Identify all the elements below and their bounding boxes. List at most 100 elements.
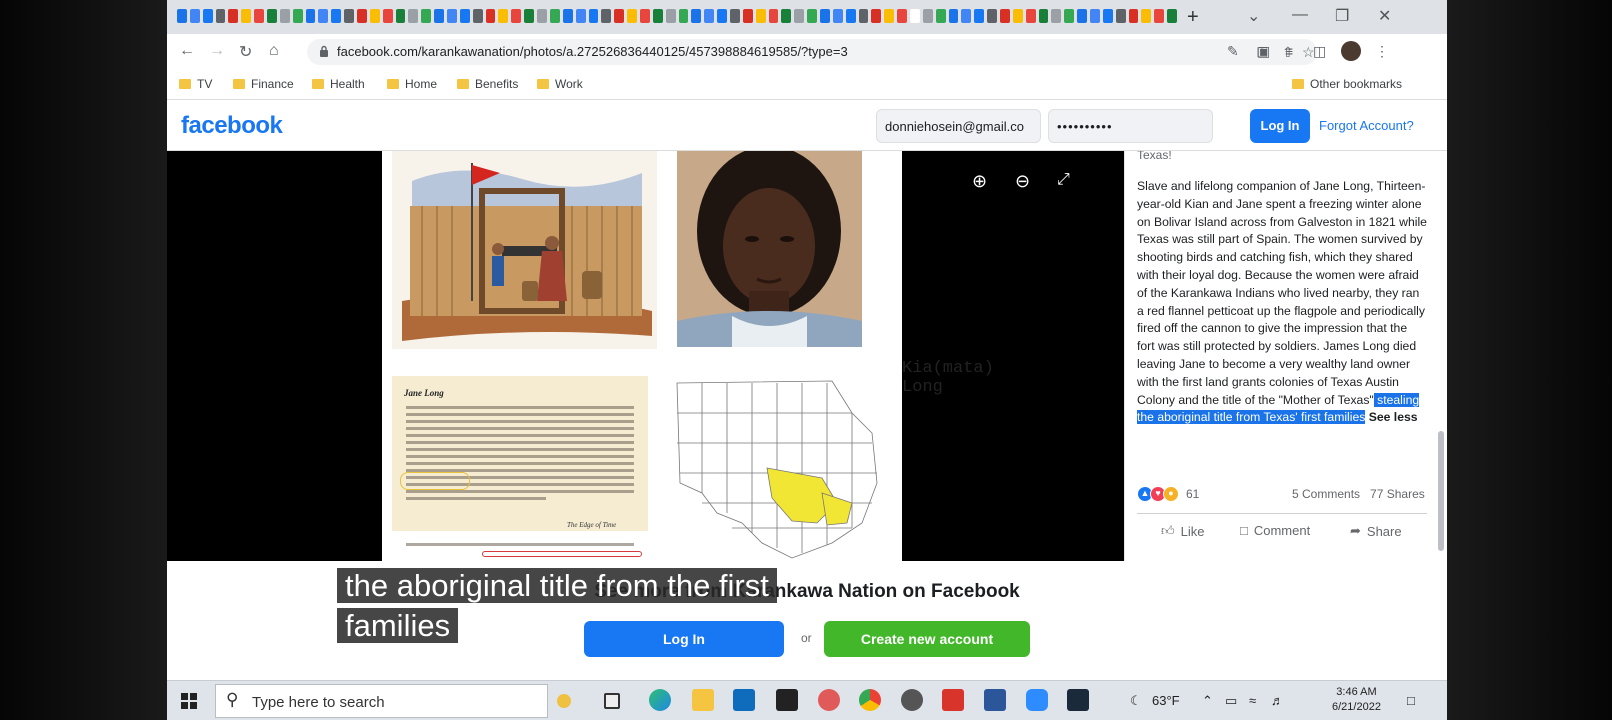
tab-favicon[interactable] [1051, 9, 1062, 23]
tab-favicon[interactable] [369, 9, 380, 23]
comment-button[interactable]: □ Comment [1240, 523, 1310, 538]
weather-icon[interactable]: ☾ [1130, 693, 1142, 709]
tab-favicon[interactable] [575, 9, 586, 23]
post-scrollbar[interactable] [1438, 431, 1444, 551]
tab-favicon[interactable] [755, 9, 766, 23]
tab-favicon[interactable] [832, 9, 843, 23]
notification-icon[interactable]: □ [1407, 693, 1415, 708]
bookmark-home[interactable]: Home [387, 77, 437, 91]
extensions-icon[interactable]: ✎ [1227, 43, 1239, 60]
tab-favicon[interactable] [704, 9, 715, 23]
tab-favicon[interactable] [935, 9, 946, 23]
minimize-icon[interactable]: — [1292, 6, 1308, 24]
header-login-button[interactable]: Log In [1250, 109, 1310, 143]
bookmark-finance[interactable]: Finance [233, 77, 294, 91]
fullscreen-icon[interactable]: ⤢ [1057, 171, 1070, 189]
tab-favicon[interactable] [858, 9, 869, 23]
tab-favicon[interactable] [331, 9, 342, 23]
zoom-in-icon[interactable]: ⊕ [972, 171, 987, 192]
side-panel-icon[interactable]: ◫ [1313, 43, 1326, 60]
tab-favicon[interactable] [408, 9, 419, 23]
tab-favicon[interactable] [1167, 9, 1177, 23]
tab-favicon[interactable] [202, 9, 213, 23]
tab-favicon[interactable] [871, 9, 882, 23]
tab-favicon[interactable] [897, 9, 907, 23]
tab-favicon[interactable] [627, 9, 637, 23]
menu-icon[interactable]: ⋮ [1375, 43, 1389, 60]
tab-favicon[interactable] [357, 9, 367, 23]
tab-favicon[interactable] [524, 9, 535, 23]
tab-favicon[interactable] [794, 9, 805, 23]
tab-favicon[interactable] [845, 9, 856, 23]
tab-favicon[interactable] [498, 9, 509, 23]
tab-favicon[interactable] [1077, 9, 1088, 23]
tab-favicon[interactable] [228, 9, 239, 23]
tab-favicon[interactable] [472, 9, 483, 23]
acrobat-icon[interactable] [942, 689, 964, 711]
tab-favicon[interactable] [395, 9, 406, 23]
reload-icon[interactable]: ↻ [239, 42, 252, 62]
tab-search-icon[interactable]: ⌄ [1247, 6, 1260, 26]
taskbar-search[interactable]: ⚲ Type here to search [215, 684, 548, 718]
tab-favicon[interactable] [1141, 9, 1152, 23]
password-field[interactable]: •••••••••• [1048, 109, 1213, 143]
volume-icon[interactable]: ♬ [1271, 693, 1284, 708]
tab-favicon[interactable] [588, 9, 599, 23]
tab-favicon[interactable] [344, 9, 355, 23]
url-text[interactable]: facebook.com/karankawanation/photos/a.27… [337, 44, 848, 59]
tab-favicon[interactable] [511, 9, 522, 23]
task-view-icon[interactable] [557, 694, 571, 708]
store-icon[interactable] [733, 689, 755, 711]
shares-count[interactable]: 77 Shares [1370, 487, 1425, 501]
tab-favicon[interactable] [909, 9, 920, 23]
tab-favicon[interactable] [819, 9, 830, 23]
tab-favicon[interactable] [691, 9, 702, 23]
chrome-icon[interactable] [859, 689, 881, 711]
tab-favicon[interactable] [665, 9, 676, 23]
close-window-icon[interactable]: ✕ [1378, 6, 1391, 26]
zoom-out-icon[interactable]: ⊖ [1015, 171, 1030, 192]
tab-favicon[interactable] [1038, 9, 1049, 23]
tab-favicon[interactable] [922, 9, 933, 23]
tab-favicon[interactable] [1090, 9, 1100, 23]
photo-viewer[interactable]: Kia(mata) Long Jane Long The Edge of Tim… [167, 151, 1124, 561]
tab-favicon[interactable] [292, 9, 303, 23]
tab-favicon[interactable] [768, 9, 779, 23]
tab-favicon[interactable] [1064, 9, 1075, 23]
profile-avatar[interactable] [1341, 41, 1361, 61]
like-button[interactable]: 👍︎ Like [1161, 523, 1204, 539]
reactions[interactable]: ▲ ♥ ● 61 [1137, 486, 1199, 502]
tray-chevron-icon[interactable]: ⌃ [1202, 693, 1213, 709]
tab-favicon[interactable] [189, 9, 200, 23]
bookmark-tv[interactable]: TV [179, 77, 212, 91]
comments-count[interactable]: 5 Comments [1292, 487, 1360, 501]
bookmark-health[interactable]: Health [312, 77, 365, 91]
widgets-icon[interactable] [604, 693, 620, 709]
edge-icon[interactable] [649, 689, 671, 711]
clock[interactable]: 3:46 AM 6/21/2022 [1332, 685, 1381, 715]
tab-favicon[interactable] [807, 9, 817, 23]
battery-icon[interactable]: ▭ [1225, 693, 1237, 709]
back-icon[interactable]: ← [179, 42, 195, 60]
tab-favicon[interactable] [729, 9, 740, 23]
reading-list-icon[interactable]: ≡ [1285, 43, 1293, 59]
tab-favicon[interactable] [485, 9, 496, 23]
tab-favicon[interactable] [987, 9, 997, 23]
tab-favicon[interactable] [241, 9, 252, 23]
word-icon[interactable] [984, 689, 1006, 711]
tab-favicon[interactable] [537, 9, 547, 23]
tab-favicon[interactable] [434, 9, 445, 23]
tab-favicon[interactable] [678, 9, 689, 23]
tab-favicon[interactable] [382, 9, 393, 23]
bookmark-other[interactable]: Other bookmarks [1292, 77, 1402, 91]
see-less-link[interactable]: See less [1369, 410, 1418, 424]
tab-favicon[interactable] [1115, 9, 1126, 23]
tab-favicon[interactable] [742, 9, 753, 23]
tab-favicon[interactable] [254, 9, 265, 23]
sticky-notes-icon[interactable] [776, 689, 798, 711]
weather-temp[interactable]: 63°F [1152, 693, 1180, 708]
restore-icon[interactable]: ❐ [1335, 6, 1349, 26]
tab-favicon[interactable] [1128, 9, 1139, 23]
tab-favicon[interactable] [318, 9, 329, 23]
facebook-logo[interactable]: facebook [181, 112, 283, 140]
